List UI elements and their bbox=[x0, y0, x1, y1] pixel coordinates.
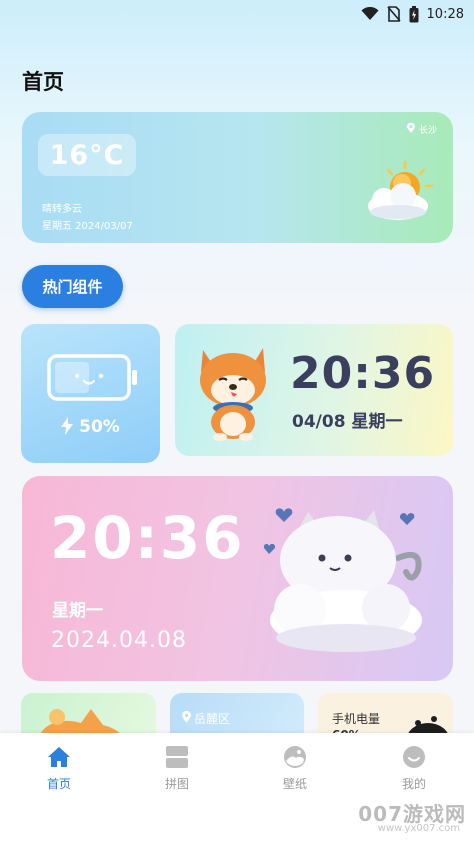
temperature: 16°C bbox=[38, 134, 136, 176]
cat-clock-weekday: 星期一 bbox=[52, 601, 103, 621]
mini-location: 岳麓区 bbox=[182, 710, 230, 727]
nav-item-profile[interactable]: 我的 bbox=[374, 743, 454, 792]
location-pin-icon bbox=[182, 710, 191, 726]
dog-clock-date: 04/08 星期一 bbox=[292, 412, 403, 432]
nav-item-puzzle[interactable]: 拼图 bbox=[137, 743, 217, 792]
cat-on-cloud-illustration bbox=[260, 500, 430, 664]
weather-condition: 晴转多云 bbox=[42, 204, 82, 215]
no-sim-icon bbox=[386, 6, 401, 22]
nav-item-home[interactable]: 首页 bbox=[19, 743, 99, 792]
battery-percent-value: 50% bbox=[79, 417, 120, 437]
wifi-icon bbox=[361, 7, 379, 21]
page-title: 首页 bbox=[22, 70, 64, 94]
nav-label-home: 首页 bbox=[46, 777, 71, 791]
mini-location-name: 岳麓区 bbox=[194, 712, 231, 726]
battery-percent: 50% bbox=[21, 417, 160, 437]
nav-label-profile: 我的 bbox=[401, 777, 426, 791]
watermark-url: www.yx007.com bbox=[377, 823, 460, 834]
cat-clock-date: 2024.04.08 bbox=[51, 628, 187, 653]
location-pin-icon bbox=[406, 122, 415, 136]
dog-clock-widget-card[interactable]: 20:36 04/08 星期一 bbox=[175, 324, 453, 456]
phone-battery-label: 手机电量 bbox=[332, 712, 381, 726]
cat-clock-time: 20:36 bbox=[50, 504, 245, 572]
battery-face-icon bbox=[47, 354, 139, 406]
hot-widgets-button[interactable]: 热门组件 bbox=[22, 265, 123, 308]
battery-charging-icon bbox=[409, 5, 419, 23]
status-bar: 10:28 bbox=[0, 0, 474, 28]
shiba-dog-illustration bbox=[193, 342, 273, 446]
weather-widget-card[interactable]: 16°C 晴转多云 星期五 2024/03/07 长沙 bbox=[22, 112, 453, 243]
nav-label-puzzle: 拼图 bbox=[164, 777, 189, 791]
battery-widget-card[interactable]: 50% bbox=[21, 324, 160, 463]
dog-clock-time: 20:36 bbox=[290, 348, 436, 399]
nav-item-wallpaper[interactable]: 壁纸 bbox=[255, 743, 335, 792]
weather-date: 星期五 2024/03/07 bbox=[42, 221, 133, 232]
lightning-icon bbox=[61, 417, 79, 437]
profile-icon bbox=[374, 743, 454, 771]
weather-location: 长沙 bbox=[406, 122, 437, 136]
cat-clock-widget-card[interactable]: 20:36 星期一 2024.04.08 bbox=[22, 476, 453, 681]
wallpaper-icon bbox=[255, 743, 335, 771]
puzzle-icon bbox=[137, 743, 217, 771]
sun-cloud-icon bbox=[358, 160, 438, 226]
nav-label-wallpaper: 壁纸 bbox=[282, 777, 307, 791]
status-time: 10:28 bbox=[426, 6, 464, 22]
home-icon bbox=[19, 743, 99, 771]
location-name: 长沙 bbox=[418, 126, 437, 136]
